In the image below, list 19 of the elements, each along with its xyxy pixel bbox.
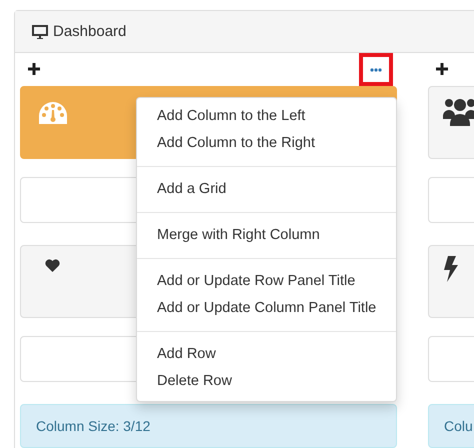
- menu-item[interactable]: Add a Grid: [137, 176, 396, 203]
- monitor-icon: [32, 24, 48, 38]
- column-size-label: Column Size: 3/12: [20, 404, 397, 448]
- menu-item[interactable]: Delete Row: [137, 368, 396, 395]
- heart-icon: [45, 259, 60, 272]
- column-size-label: Colu: [428, 404, 474, 448]
- menu-item[interactable]: Add Column to the Right: [137, 130, 396, 157]
- menu-item[interactable]: Add or Update Row Panel Title: [137, 268, 396, 295]
- menu-item[interactable]: Merge with Right Column: [137, 222, 396, 249]
- gauge-icon: [38, 101, 68, 125]
- bolt-icon: [444, 256, 458, 282]
- menu-item[interactable]: Add Row: [137, 341, 396, 368]
- add-icon[interactable]: [436, 62, 448, 74]
- users-icon: [443, 96, 474, 126]
- menu-item[interactable]: Add or Update Column Panel Title: [137, 295, 396, 322]
- add-icon[interactable]: [28, 62, 40, 74]
- ellipsis-icon: [370, 68, 382, 72]
- panel-title: Dashboard: [53, 23, 126, 40]
- menu-item[interactable]: Add Column to the Left: [137, 103, 396, 130]
